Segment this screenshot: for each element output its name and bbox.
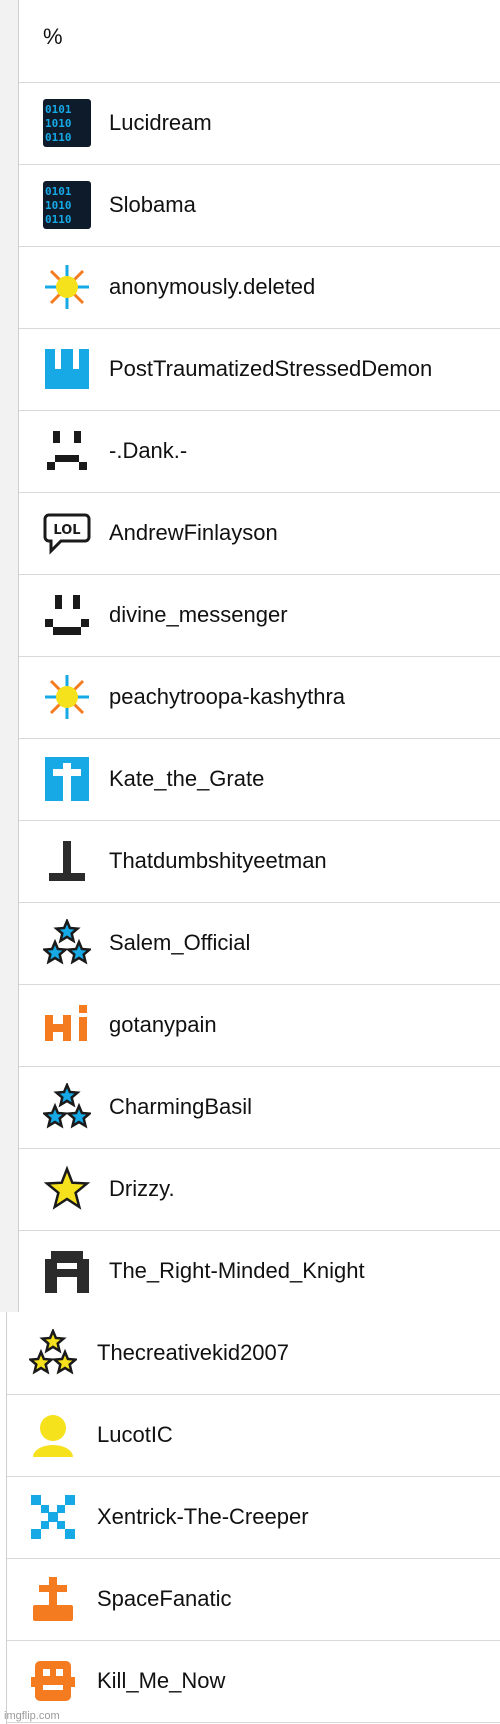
- castle-icon: [43, 345, 91, 393]
- x-pixel-icon: [29, 1493, 77, 1541]
- user-row[interactable]: gotanypain: [19, 984, 500, 1067]
- user-name[interactable]: Slobama: [109, 192, 196, 218]
- sad-face-icon: [43, 427, 91, 475]
- user-name[interactable]: Thatdumbshityeetman: [109, 848, 327, 874]
- user-row[interactable]: Thatdumbshityeetman: [19, 820, 500, 903]
- smiley-face-icon: [43, 591, 91, 639]
- binary-icon: 0101 1010 0110: [43, 99, 91, 147]
- knight-helmet-icon: [43, 1247, 91, 1295]
- user-row[interactable]: 0101 1010 0110 Lucidream: [19, 82, 500, 165]
- user-name[interactable]: Kill_Me_Now: [97, 1668, 225, 1694]
- user-list-top: % 0101 1010 0110 Lucidream 0101 1010 0110 Slob…: [18, 0, 500, 1313]
- user-name[interactable]: LucotIC: [97, 1422, 173, 1448]
- binary-icon: 0101 1010 0110: [43, 181, 91, 229]
- hi-icon: [43, 1001, 91, 1049]
- user-name[interactable]: PostTraumatizedStressedDemon: [109, 356, 432, 382]
- three-stars-blue-icon: [43, 1083, 91, 1131]
- user-row[interactable]: Kill_Me_Now: [7, 1640, 500, 1723]
- user-name[interactable]: gotanypain: [109, 1012, 217, 1038]
- user-row[interactable]: SpaceFanatic: [7, 1558, 500, 1641]
- user-list-bottom: Thecreativekid2007 LucotIC Xentrick-The-C…: [6, 1312, 500, 1724]
- orange-cross-icon: [29, 1575, 77, 1623]
- user-row[interactable]: 0101 1010 0110 Slobama: [19, 164, 500, 247]
- sun-icon: [43, 263, 91, 311]
- user-name[interactable]: Kate_the_Grate: [109, 766, 264, 792]
- star-icon: [43, 1165, 91, 1213]
- robot-face-icon: [29, 1657, 77, 1705]
- three-stars-yellow-icon: [29, 1329, 77, 1377]
- user-row[interactable]: divine_messenger: [19, 574, 500, 657]
- user-row[interactable]: The_Right-Minded_Knight: [19, 1230, 500, 1313]
- user-row[interactable]: LucotIC: [7, 1394, 500, 1477]
- user-row[interactable]: CharmingBasil: [19, 1066, 500, 1149]
- svg-text:0110: 0110: [45, 131, 72, 144]
- user-name[interactable]: divine_messenger: [109, 602, 288, 628]
- user-row[interactable]: Thecreativekid2007: [7, 1312, 500, 1395]
- user-name[interactable]: The_Right-Minded_Knight: [109, 1258, 365, 1284]
- svg-text:1010: 1010: [45, 199, 72, 212]
- user-name[interactable]: SpaceFanatic: [97, 1586, 232, 1612]
- user-row[interactable]: -.Dank.-: [19, 410, 500, 493]
- user-name[interactable]: CharmingBasil: [109, 1094, 252, 1120]
- user-name[interactable]: -.Dank.-: [109, 438, 187, 464]
- user-name[interactable]: Lucidream: [109, 110, 212, 136]
- user-row[interactable]: anonymously.deleted: [19, 246, 500, 329]
- user-silhouette-icon: [29, 1411, 77, 1459]
- t-shape-icon: [43, 837, 91, 885]
- user-name[interactable]: Drizzy.: [109, 1176, 175, 1202]
- user-row[interactable]: Drizzy.: [19, 1148, 500, 1231]
- user-name[interactable]: AndrewFinlayson: [109, 520, 278, 546]
- lol-bubble-icon: LOL: [43, 509, 91, 557]
- user-row[interactable]: peachytroopa-kashythra: [19, 656, 500, 739]
- user-name[interactable]: Xentrick-The-Creeper: [97, 1504, 309, 1530]
- svg-text:0101: 0101: [45, 103, 72, 116]
- cross-icon: [43, 755, 91, 803]
- svg-text:1010: 1010: [45, 117, 72, 130]
- user-name[interactable]: Salem_Official: [109, 930, 250, 956]
- user-row[interactable]: Xentrick-The-Creeper: [7, 1476, 500, 1559]
- user-row[interactable]: PostTraumatizedStressedDemon: [19, 328, 500, 411]
- user-name[interactable]: peachytroopa-kashythra: [109, 684, 345, 710]
- left-margin: [0, 0, 18, 1312]
- user-row[interactable]: Kate_the_Grate: [19, 738, 500, 821]
- sun-icon: [43, 673, 91, 721]
- svg-text:0110: 0110: [45, 213, 72, 226]
- three-stars-blue-icon: [43, 919, 91, 967]
- user-row[interactable]: Salem_Official: [19, 902, 500, 985]
- svg-text:0101: 0101: [45, 185, 72, 198]
- list-header: %: [19, 0, 500, 83]
- watermark-text: imgflip.com: [4, 1710, 60, 1722]
- user-name[interactable]: anonymously.deleted: [109, 274, 315, 300]
- user-row[interactable]: LOL AndrewFinlayson: [19, 492, 500, 575]
- header-label: %: [43, 24, 63, 49]
- svg-text:LOL: LOL: [53, 523, 80, 538]
- user-name[interactable]: Thecreativekid2007: [97, 1340, 289, 1366]
